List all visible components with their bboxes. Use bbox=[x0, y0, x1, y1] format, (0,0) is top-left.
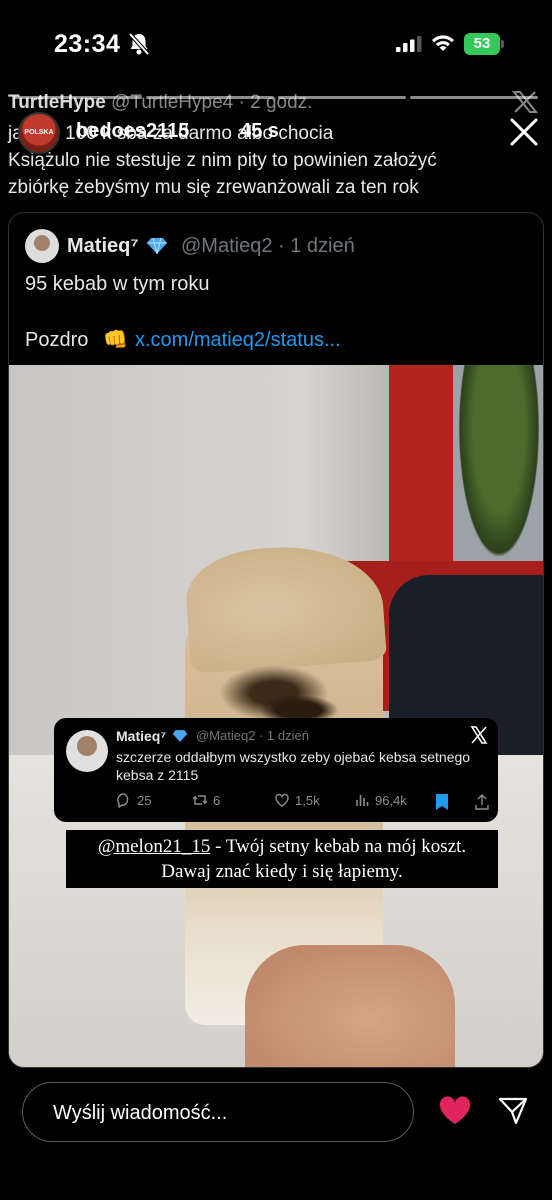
background-tweet-line: zbiórkę żebyśmy mu się zrewanżowali za t… bbox=[8, 177, 419, 198]
quoted-tweet-text: Pozdro bbox=[25, 329, 89, 351]
retweet-count: 6 bbox=[213, 792, 221, 808]
like-icon bbox=[275, 793, 289, 807]
story-progress-bar bbox=[14, 96, 538, 99]
quoted-tweet-link[interactable]: x.com/matieq2/status... bbox=[135, 329, 341, 352]
retweet-icon bbox=[192, 795, 208, 805]
reply-action: 25 bbox=[116, 792, 151, 808]
sticker-tweet-author: Matieq⁷ bbox=[116, 728, 167, 744]
story-age: 45 s bbox=[240, 120, 279, 142]
story-username[interactable]: bedoes2115 bbox=[76, 120, 189, 143]
quoted-tweet-author: Matieq⁷ bbox=[67, 235, 139, 257]
caption-line: @melon21_15 - Twój setny kebab na mój ko… bbox=[66, 834, 498, 859]
diamond-icon bbox=[147, 237, 167, 255]
story-avatar[interactable]: POLSKA bbox=[18, 112, 60, 154]
reply-count: 25 bbox=[137, 792, 152, 808]
heart-icon[interactable] bbox=[438, 1096, 472, 1126]
status-bar: 23:34 53 bbox=[0, 0, 552, 90]
like-count: 1,5k bbox=[295, 792, 320, 808]
caption-text: - Twój setny kebab na mój koszt. bbox=[210, 836, 467, 857]
quoted-tweet-card[interactable]: Matieq⁷ @Matieq2 · 1 dzień 95 kebab w ty… bbox=[8, 212, 544, 1068]
x-logo-icon bbox=[470, 726, 488, 744]
sticker-tweet-handle: @Matieq2 · 1 dzień bbox=[196, 728, 309, 743]
tweet-actions: 25 6 1,5k 96,4k bbox=[116, 792, 490, 812]
fist-emoji: 👊 bbox=[103, 329, 128, 351]
message-input[interactable]: Wyślij wiadomość... bbox=[22, 1082, 414, 1142]
wifi-icon bbox=[432, 35, 454, 51]
bell-muted-icon bbox=[128, 32, 150, 56]
views-count: 96,4k bbox=[375, 792, 407, 808]
caption-mention[interactable]: @melon21_15 bbox=[98, 836, 211, 857]
send-icon[interactable] bbox=[498, 1096, 528, 1126]
views-action: 96,4k bbox=[354, 792, 407, 808]
avatar-logo-text: POLSKA bbox=[24, 129, 54, 136]
views-icon bbox=[356, 795, 369, 806]
clock: 23:34 bbox=[54, 30, 121, 58]
battery-level: 53 bbox=[464, 33, 500, 55]
story-caption: @melon21_15 - Twój setny kebab na mój ko… bbox=[66, 830, 498, 888]
quoted-tweet-handle: @Matieq2 · 1 dzień bbox=[181, 235, 355, 257]
reply-icon bbox=[117, 793, 129, 808]
tweet-sticker[interactable]: Matieq⁷ @Matieq2 · 1 dzień szczerze odda… bbox=[54, 718, 498, 822]
close-icon[interactable] bbox=[508, 116, 540, 148]
sticker-tweet-text: szczerze oddałbym wszystko zeby ojebać k… bbox=[116, 749, 471, 783]
quoted-tweet-avatar bbox=[25, 229, 59, 263]
cellular-signal-icon bbox=[396, 36, 422, 52]
quoted-tweet-text: 95 kebab w tym roku bbox=[25, 273, 210, 295]
kebab-photo bbox=[9, 365, 543, 1067]
x-logo-icon bbox=[511, 91, 539, 113]
share-icon bbox=[475, 794, 489, 810]
retweet-action: 6 bbox=[192, 792, 220, 808]
message-placeholder: Wyślij wiadomość... bbox=[53, 1102, 228, 1124]
sticker-tweet-avatar bbox=[66, 730, 108, 772]
background-tweet-line: Książulo nie stestuje z nim pity to powi… bbox=[8, 150, 437, 171]
diamond-icon bbox=[172, 730, 188, 742]
battery-icon: 53 bbox=[464, 33, 504, 55]
caption-line: Dawaj znać kiedy i się łapiemy. bbox=[161, 861, 403, 882]
like-action: 1,5k bbox=[274, 792, 320, 808]
bookmark-icon bbox=[436, 794, 448, 810]
